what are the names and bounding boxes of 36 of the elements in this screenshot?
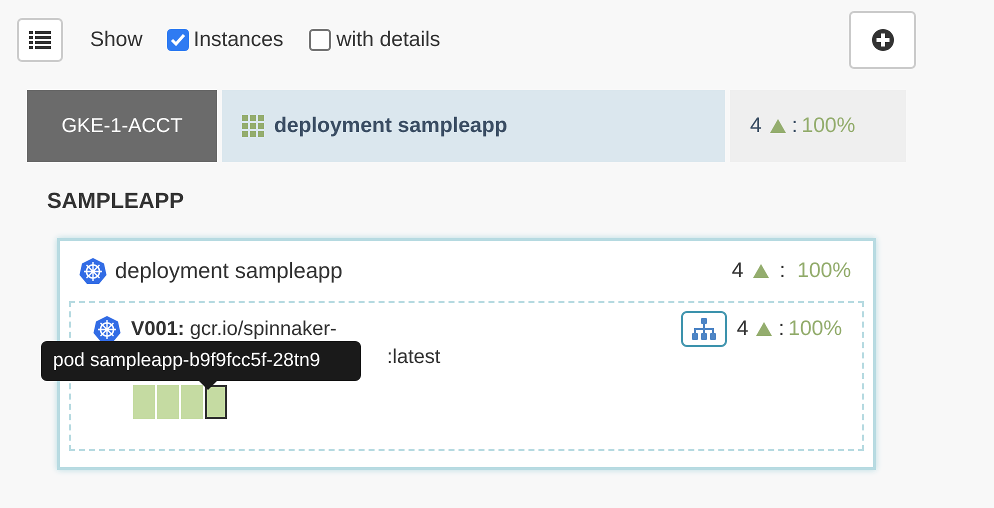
instance-square[interactable] bbox=[205, 385, 227, 419]
show-label: Show bbox=[90, 28, 143, 52]
account-header: GKE-1-ACCT bbox=[27, 90, 217, 162]
list-icon bbox=[29, 31, 51, 49]
separator: : bbox=[779, 259, 786, 283]
separator: : bbox=[792, 114, 798, 138]
checkbox-label[interactable]: Instances bbox=[194, 28, 284, 52]
health-percent: 100% bbox=[802, 114, 856, 138]
up-triangle-icon bbox=[770, 119, 786, 133]
checkbox-label[interactable]: with details bbox=[336, 28, 440, 52]
hierarchy-icon bbox=[692, 318, 716, 340]
list-view-button[interactable] bbox=[17, 18, 63, 62]
health-percent: 100% bbox=[788, 316, 842, 342]
server-group-name: :latest bbox=[387, 345, 440, 370]
server-group-name: V001: gcr.io/spinnaker- bbox=[131, 317, 338, 342]
instance-count: 4 bbox=[732, 259, 744, 283]
tooltip: pod sampleapp-b9f9fcc5f-28tn9 bbox=[41, 341, 361, 381]
instance-count: 4 bbox=[736, 316, 748, 342]
grid-icon bbox=[242, 115, 264, 137]
application-title: SAMPLEAPP bbox=[47, 188, 185, 214]
health-percent: 100% bbox=[797, 259, 851, 283]
check-icon bbox=[170, 33, 186, 47]
plus-circle-icon bbox=[870, 28, 894, 52]
add-button[interactable] bbox=[849, 11, 916, 69]
separator: : bbox=[778, 316, 784, 342]
up-triangle-icon bbox=[753, 264, 770, 278]
up-triangle-icon bbox=[756, 322, 772, 336]
helm-wheel-icon bbox=[93, 315, 121, 343]
instance-count: 4 bbox=[750, 114, 762, 138]
checkbox[interactable] bbox=[309, 29, 332, 51]
load-balancer-button[interactable] bbox=[680, 311, 727, 347]
tooltip-pointer bbox=[199, 381, 217, 390]
checkbox[interactable] bbox=[166, 29, 189, 51]
cluster-name: deployment sampleapp bbox=[115, 258, 342, 284]
cluster-name: deployment sampleapp bbox=[274, 114, 508, 138]
helm-wheel-icon bbox=[79, 257, 107, 285]
